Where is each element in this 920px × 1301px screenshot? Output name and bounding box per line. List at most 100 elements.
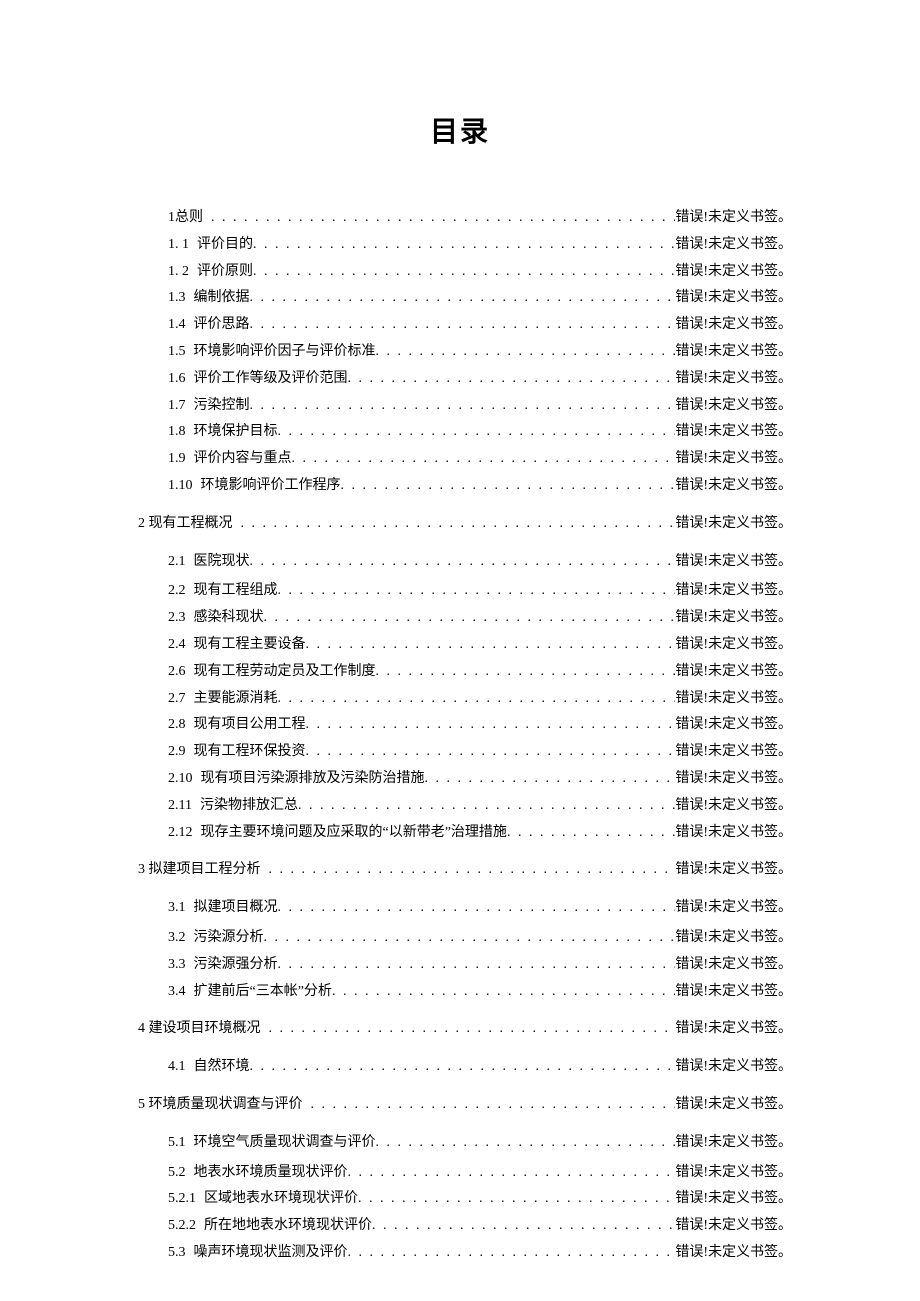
toc-entry-number: 2.3	[168, 606, 186, 630]
toc-page-ref: 错误!未定义书签。	[675, 858, 792, 882]
table-of-contents: 1总则错误!未定义书签。1. 1评价目的错误!未定义书签。1. 2评价原则错误!…	[128, 206, 792, 1265]
toc-leader-dots	[250, 1055, 676, 1079]
toc-entry-number: 1.8	[168, 420, 186, 444]
toc-entry-number: 5.3	[168, 1241, 186, 1265]
toc-page-ref: 错误!未定义书签。	[675, 660, 792, 684]
toc-leader-dots	[250, 394, 676, 418]
toc-leader-dots	[376, 1131, 676, 1155]
toc-entry: 2.10现有项目污染源排放及污染防治措施错误!未定义书签。	[128, 767, 792, 791]
toc-leader-dots	[332, 980, 675, 1004]
toc-entry-number: 2.2	[168, 579, 186, 603]
toc-entry: 1.7污染控制错误!未定义书签。	[128, 394, 792, 418]
toc-entry-number: 1.7	[168, 394, 186, 418]
toc-entry: 2.9现有工程环保投资错误!未定义书签。	[128, 740, 792, 764]
toc-entry: 5.1 环境空气质量现状调查与评价 错误!未定义书签。	[128, 1131, 792, 1155]
toc-page-ref: 错误!未定义书签。	[675, 579, 792, 603]
document-page: 目录 1总则错误!未定义书签。1. 1评价目的错误!未定义书签。1. 2评价原则…	[0, 0, 920, 1301]
toc-entry: 2.12 现存主要环境问题及应采取的“以新带老”治理措施 错误!未定义书签。	[128, 821, 792, 845]
toc-entry: 2.4现有工程主要设备错误!未定义书签。	[128, 633, 792, 657]
toc-leader-dots	[306, 740, 676, 764]
toc-page-ref: 错误!未定义书签。	[675, 233, 792, 257]
toc-page-ref: 错误!未定义书签。	[675, 767, 792, 791]
toc-page-ref: 错误!未定义书签。	[675, 474, 792, 498]
toc-entry-number: 3.3	[168, 953, 186, 977]
toc-leader-dots	[250, 313, 676, 337]
toc-entry-label: 噪声环境现状监测及评价	[194, 1241, 348, 1265]
toc-leader-dots	[264, 926, 676, 950]
toc-leader-dots	[278, 579, 676, 603]
toc-entry-label: 编制依据	[194, 286, 250, 310]
toc-entry-number: 1. 1	[168, 233, 189, 257]
toc-entry-number: 2.9	[168, 740, 186, 764]
toc-page-ref: 错误!未定义书签。	[675, 794, 792, 818]
toc-entry-label: 现有项目公用工程	[194, 713, 306, 737]
toc-leader-dots	[507, 821, 675, 845]
toc-entry-label: 污染源强分析	[194, 953, 278, 977]
toc-page-ref: 错误!未定义书签。	[675, 550, 792, 574]
toc-entry-number: 1.9	[168, 447, 186, 471]
toc-entry-label: 现存主要环境问题及应采取的“以新带老”治理措施	[201, 821, 507, 845]
toc-leader-dots	[298, 794, 675, 818]
toc-entry-number: 1.3	[168, 286, 186, 310]
toc-page-ref: 错误!未定义书签。	[675, 1214, 792, 1238]
toc-entry-label: 污染控制	[194, 394, 250, 418]
toc-leader-dots	[348, 367, 676, 391]
toc-leader-dots	[278, 896, 676, 920]
toc-entry-number: 3.2	[168, 926, 186, 950]
toc-entry: 5.2地表水环境质量现状评价错误!未定义书签。	[128, 1161, 792, 1185]
toc-entry-label: 感染科现状	[194, 606, 264, 630]
toc-entry: 5 环境质量现状调查与评价错误!未定义书签。	[128, 1093, 792, 1117]
toc-leader-dots	[253, 233, 675, 257]
toc-leader-dots	[269, 858, 676, 882]
toc-leader-dots	[376, 660, 676, 684]
toc-entry: 2 现有工程概况错误!未定义书签。	[128, 512, 792, 536]
toc-entry-label: 现有工程组成	[194, 579, 278, 603]
toc-entry-number: 2 现有工程概况	[138, 512, 233, 536]
toc-entry: 3.4扩建前后“三本帐”分析错误!未定义书签。	[128, 980, 792, 1004]
toc-entry-number: 2.12	[168, 821, 193, 845]
toc-entry: 3.3污染源强分析错误!未定义书签。	[128, 953, 792, 977]
page-title: 目录	[128, 110, 792, 150]
toc-leader-dots	[306, 633, 676, 657]
toc-entry-label: 现有项目污染源排放及污染防治措施	[201, 767, 425, 791]
toc-entry-label: 所在地地表水环境现状评价	[204, 1214, 372, 1238]
toc-entry-label: 扩建前后“三本帐”分析	[194, 980, 332, 1004]
toc-leader-dots	[211, 206, 675, 230]
toc-entry-number: 5 环境质量现状调查与评价	[138, 1093, 303, 1117]
toc-entry: 1.10环境影响评价工作程序错误!未定义书签。	[128, 474, 792, 498]
toc-entry-label: 评价目的	[197, 233, 253, 257]
toc-entry-number: 3.4	[168, 980, 186, 1004]
toc-leader-dots	[292, 447, 676, 471]
toc-entry-number: 3.1	[168, 896, 186, 920]
toc-entry: 2.2 现有工程组成 错误!未定义书签。	[128, 579, 792, 603]
toc-entry-number: 2.6	[168, 660, 186, 684]
toc-entry-label: 评价内容与重点	[194, 447, 292, 471]
toc-page-ref: 错误!未定义书签。	[675, 1131, 792, 1155]
toc-page-ref: 错误!未定义书签。	[675, 896, 792, 920]
toc-entry: 1. 2评价原则错误!未定义书签。	[128, 260, 792, 284]
toc-page-ref: 错误!未定义书签。	[675, 740, 792, 764]
toc-leader-dots	[241, 512, 676, 536]
toc-entry-label: 自然环境	[194, 1055, 250, 1079]
toc-leader-dots	[253, 260, 675, 284]
toc-page-ref: 错误!未定义书签。	[675, 206, 792, 230]
toc-entry: 1.3 编制依据 错误!未定义书签。	[128, 286, 792, 310]
toc-entry-number: 1.6	[168, 367, 186, 391]
toc-page-ref: 错误!未定义书签。	[675, 260, 792, 284]
toc-leader-dots	[278, 420, 676, 444]
toc-page-ref: 错误!未定义书签。	[675, 367, 792, 391]
toc-entry-label: 污染源分析	[194, 926, 264, 950]
toc-leader-dots	[358, 1187, 675, 1211]
toc-entry: 1. 1 评价目的 错误!未定义书签。	[128, 233, 792, 257]
toc-page-ref: 错误!未定义书签。	[675, 286, 792, 310]
toc-page-ref: 错误!未定义书签。	[675, 821, 792, 845]
toc-entry-number: 5.1	[168, 1131, 186, 1155]
toc-entry-number: 2.7	[168, 687, 186, 711]
toc-leader-dots	[348, 1161, 676, 1185]
toc-entry-label: 现有工程劳动定员及工作制度	[194, 660, 376, 684]
toc-entry-number: 1. 2	[168, 260, 189, 284]
toc-entry-label: 环境空气质量现状调查与评价	[194, 1131, 376, 1155]
toc-leader-dots	[348, 1241, 676, 1265]
toc-entry: 3.1拟建项目概况错误!未定义书签。	[128, 896, 792, 920]
toc-entry: 2.8现有项目公用工程错误!未定义书签。	[128, 713, 792, 737]
